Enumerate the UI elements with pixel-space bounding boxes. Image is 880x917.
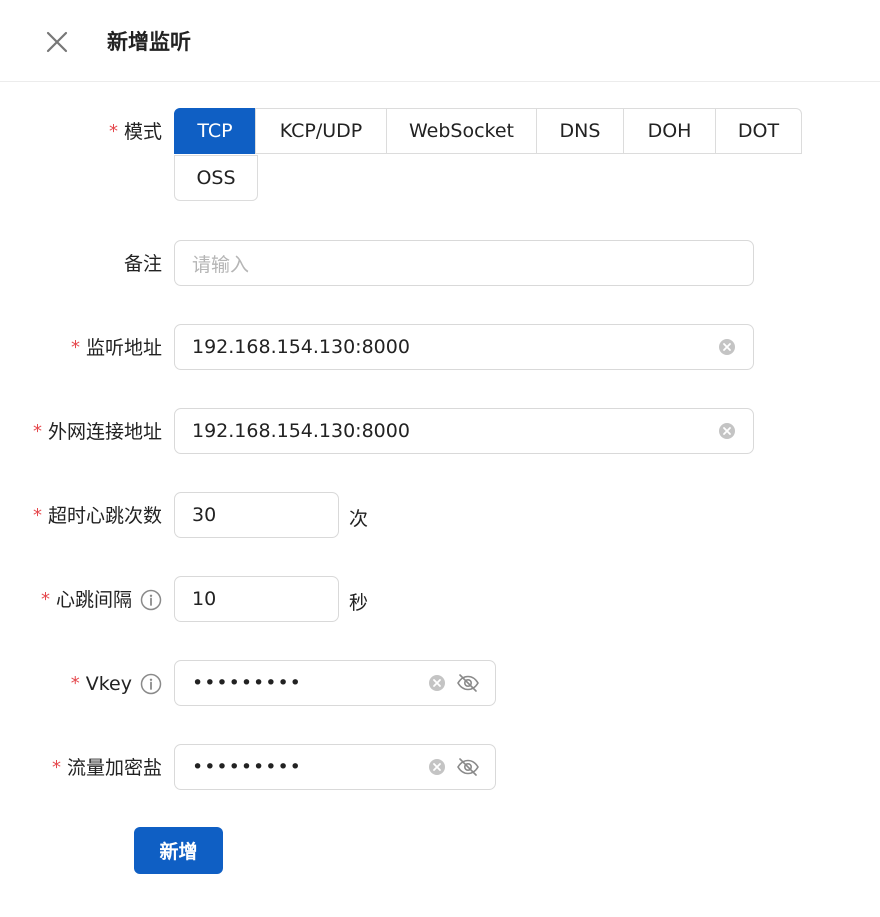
external-address-input[interactable]: 192.168.154.130:8000 [174, 408, 754, 454]
heartbeat-interval-label-text: 心跳间隔 [55, 589, 132, 611]
info-icon[interactable] [140, 589, 162, 611]
listen-address-value: 192.168.154.130:8000 [192, 336, 410, 358]
mode-option-dns[interactable]: DNS [536, 108, 624, 154]
mode-option-oss[interactable]: OSS [174, 155, 258, 201]
remark-label: 备注 [123, 253, 162, 275]
mode-option-websocket[interactable]: WebSocket [386, 108, 537, 154]
heartbeat-timeout-unit: 次 [349, 508, 369, 530]
heartbeat-timeout-label-text: 超时心跳次数 [47, 505, 162, 527]
clear-icon[interactable] [428, 674, 446, 692]
mode-option-tcp[interactable]: TCP [174, 108, 256, 154]
mode-label: * 模式 [109, 120, 162, 144]
listen-address-label-text: 监听地址 [85, 337, 162, 359]
heartbeat-timeout-label: * 超时心跳次数 [33, 504, 162, 528]
heartbeat-timeout-value: 30 [192, 504, 217, 526]
required-mark: * [32, 505, 42, 526]
listen-address-input[interactable]: 192.168.154.130:8000 [174, 324, 754, 370]
traffic-salt-value: ••••••••• [192, 756, 302, 778]
dialog-header: 新增监听 [0, 0, 880, 82]
required-mark: * [40, 589, 50, 610]
external-address-value: 192.168.154.130:8000 [192, 420, 410, 442]
heartbeat-timeout-input[interactable]: 30 [174, 492, 339, 538]
eye-off-icon[interactable] [456, 671, 480, 695]
vkey-input[interactable]: ••••••••• [174, 660, 496, 706]
required-mark: * [32, 421, 42, 442]
vkey-label: * Vkey [71, 672, 162, 696]
traffic-salt-input[interactable]: ••••••••• [174, 744, 496, 790]
required-mark: * [70, 337, 80, 358]
clear-icon[interactable] [428, 758, 446, 776]
traffic-salt-label-text: 流量加密盐 [66, 757, 162, 779]
mode-option-dot[interactable]: DOT [715, 108, 802, 154]
vkey-label-text: Vkey [85, 673, 132, 695]
heartbeat-interval-value: 10 [192, 588, 217, 610]
mode-label-text: 模式 [123, 121, 162, 143]
vkey-value: ••••••••• [192, 672, 302, 694]
listen-address-label: * 监听地址 [71, 336, 162, 360]
mode-option-kcp-udp[interactable]: KCP/UDP [255, 108, 387, 154]
close-icon[interactable] [42, 27, 72, 57]
external-address-label-text: 外网连接地址 [47, 421, 162, 443]
clear-icon[interactable] [718, 338, 736, 356]
traffic-salt-label: * 流量加密盐 [52, 756, 162, 780]
submit-button[interactable]: 新增 [134, 827, 223, 874]
mode-option-doh[interactable]: DOH [623, 108, 716, 154]
eye-off-icon[interactable] [456, 755, 480, 779]
heartbeat-interval-label: * 心跳间隔 [41, 588, 162, 612]
clear-icon[interactable] [718, 422, 736, 440]
remark-input[interactable]: 请输入 [174, 240, 754, 286]
external-address-label: * 外网连接地址 [33, 420, 162, 444]
info-icon[interactable] [140, 673, 162, 695]
required-mark: * [51, 757, 61, 778]
dialog-title: 新增监听 [107, 30, 191, 54]
heartbeat-interval-input[interactable]: 10 [174, 576, 339, 622]
heartbeat-interval-unit: 秒 [349, 592, 369, 614]
required-mark: * [70, 673, 80, 694]
required-mark: * [108, 121, 118, 142]
remark-placeholder: 请输入 [192, 253, 250, 276]
